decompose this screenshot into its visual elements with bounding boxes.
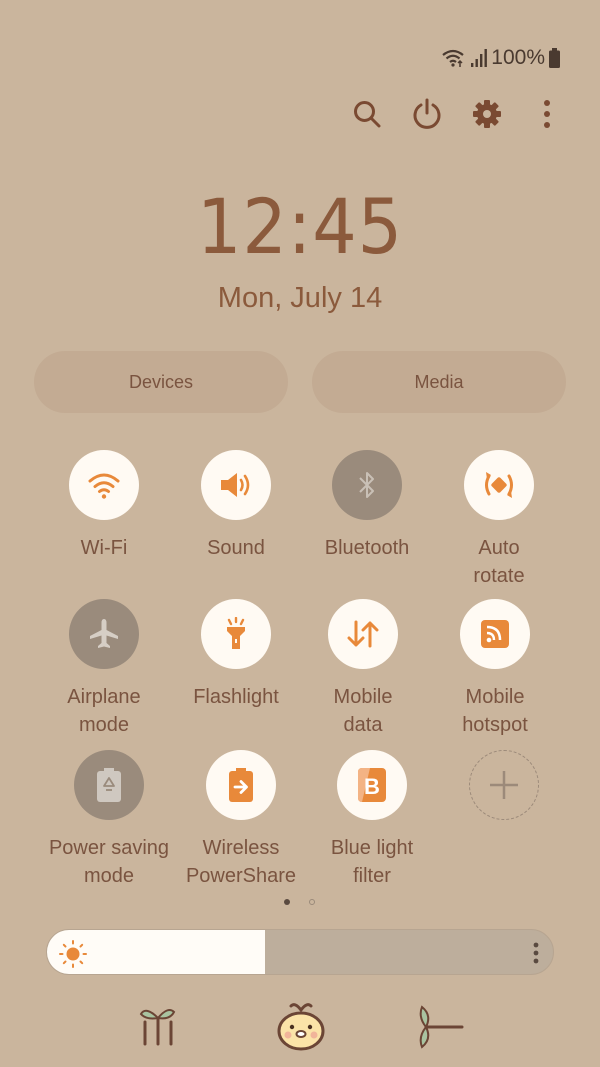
- clock-time[interactable]: 12:45: [24, 182, 576, 271]
- wifi-calling-icon: [441, 48, 467, 68]
- bluetooth-icon: [357, 469, 377, 501]
- more-options-button[interactable]: [525, 92, 569, 136]
- gear-icon: [473, 100, 501, 128]
- toggle-wireless-powershare[interactable]: [206, 750, 276, 820]
- tile-wifi: Wi-Fi: [38, 450, 170, 562]
- toggle-hotspot[interactable]: [460, 599, 530, 669]
- add-tile-button[interactable]: [469, 750, 539, 820]
- tile-label[interactable]: Blue light filter: [306, 834, 438, 890]
- toggle-mobile-data[interactable]: [328, 599, 398, 669]
- tile-label[interactable]: Airplane mode: [38, 683, 170, 739]
- power-icon: [413, 98, 441, 129]
- media-button[interactable]: Media: [312, 351, 566, 413]
- tile-auto-rotate: Auto rotate: [433, 450, 565, 590]
- page-indicator: [284, 899, 315, 905]
- signal-bars-icon: [471, 49, 488, 67]
- top-actions: [0, 92, 600, 136]
- tile-label[interactable]: Wi-Fi: [38, 534, 170, 562]
- more-vert-icon: [544, 100, 550, 128]
- tile-flashlight: Flashlight: [170, 599, 302, 711]
- auto-rotate-icon: [480, 466, 518, 504]
- tile-add: [438, 750, 570, 834]
- tile-mobile-data: Mobile data: [297, 599, 429, 739]
- wireless-powershare-icon: [227, 766, 255, 804]
- tile-volume: Sound: [170, 450, 302, 562]
- brightness-more-button[interactable]: [533, 941, 539, 970]
- svg-text:B: B: [364, 774, 380, 799]
- tile-blue-light-filter: B Blue light filter: [306, 750, 438, 890]
- toggle-airplane[interactable]: [69, 599, 139, 669]
- toggle-auto-rotate[interactable]: [464, 450, 534, 520]
- status-bar: 100%: [441, 46, 560, 70]
- add-icon: [486, 767, 522, 803]
- hotspot-icon: [479, 618, 511, 650]
- toggle-blue-light-filter[interactable]: B: [337, 750, 407, 820]
- search-icon: [354, 101, 381, 128]
- tile-label[interactable]: Bluetooth: [301, 534, 433, 562]
- tile-power-saving: Power saving mode: [43, 750, 175, 890]
- tile-hotspot: Mobile hotspot: [429, 599, 561, 739]
- tile-bluetooth: Bluetooth: [301, 450, 433, 562]
- toggle-flashlight[interactable]: [201, 599, 271, 669]
- tile-wireless-powershare: Wireless PowerShare: [175, 750, 307, 890]
- flashlight-icon: [221, 617, 251, 651]
- toggle-bluetooth[interactable]: [332, 450, 402, 520]
- wifi-icon: [87, 470, 121, 500]
- tile-label[interactable]: Wireless PowerShare: [175, 834, 307, 890]
- tile-label[interactable]: Auto rotate: [433, 534, 565, 590]
- volume-icon: [218, 470, 254, 500]
- page-dot[interactable]: [309, 899, 315, 905]
- toggle-power-saving[interactable]: [74, 750, 144, 820]
- toggle-wifi[interactable]: [69, 450, 139, 520]
- search-button[interactable]: [345, 92, 389, 136]
- battery-percent: 100%: [491, 46, 545, 69]
- page-dot-active[interactable]: [284, 899, 290, 905]
- leaf-icon: [418, 1005, 466, 1054]
- blue-light-filter-icon: B: [356, 766, 388, 804]
- tile-airplane: Airplane mode: [38, 599, 170, 739]
- sun-icon: [58, 939, 88, 974]
- more-vert-icon: [533, 942, 539, 964]
- power-saving-icon: [94, 766, 124, 804]
- tile-label[interactable]: Mobile data: [297, 683, 429, 739]
- power-button[interactable]: [405, 92, 449, 136]
- airplane-icon: [86, 616, 122, 652]
- sprout-icon: [138, 1004, 178, 1051]
- mobile-data-icon: [345, 618, 381, 650]
- battery-full-icon: [549, 48, 560, 68]
- chick-icon: [275, 1000, 327, 1057]
- devices-button[interactable]: Devices: [34, 351, 288, 413]
- brightness-slider[interactable]: [46, 929, 554, 975]
- toggle-volume[interactable]: [201, 450, 271, 520]
- tile-label[interactable]: Flashlight: [170, 683, 302, 711]
- clock-date[interactable]: Mon, July 14: [0, 282, 600, 315]
- settings-button[interactable]: [465, 92, 509, 136]
- tile-label[interactable]: Power saving mode: [43, 834, 175, 890]
- tile-label[interactable]: Sound: [170, 534, 302, 562]
- tile-label[interactable]: Mobile hotspot: [429, 683, 561, 739]
